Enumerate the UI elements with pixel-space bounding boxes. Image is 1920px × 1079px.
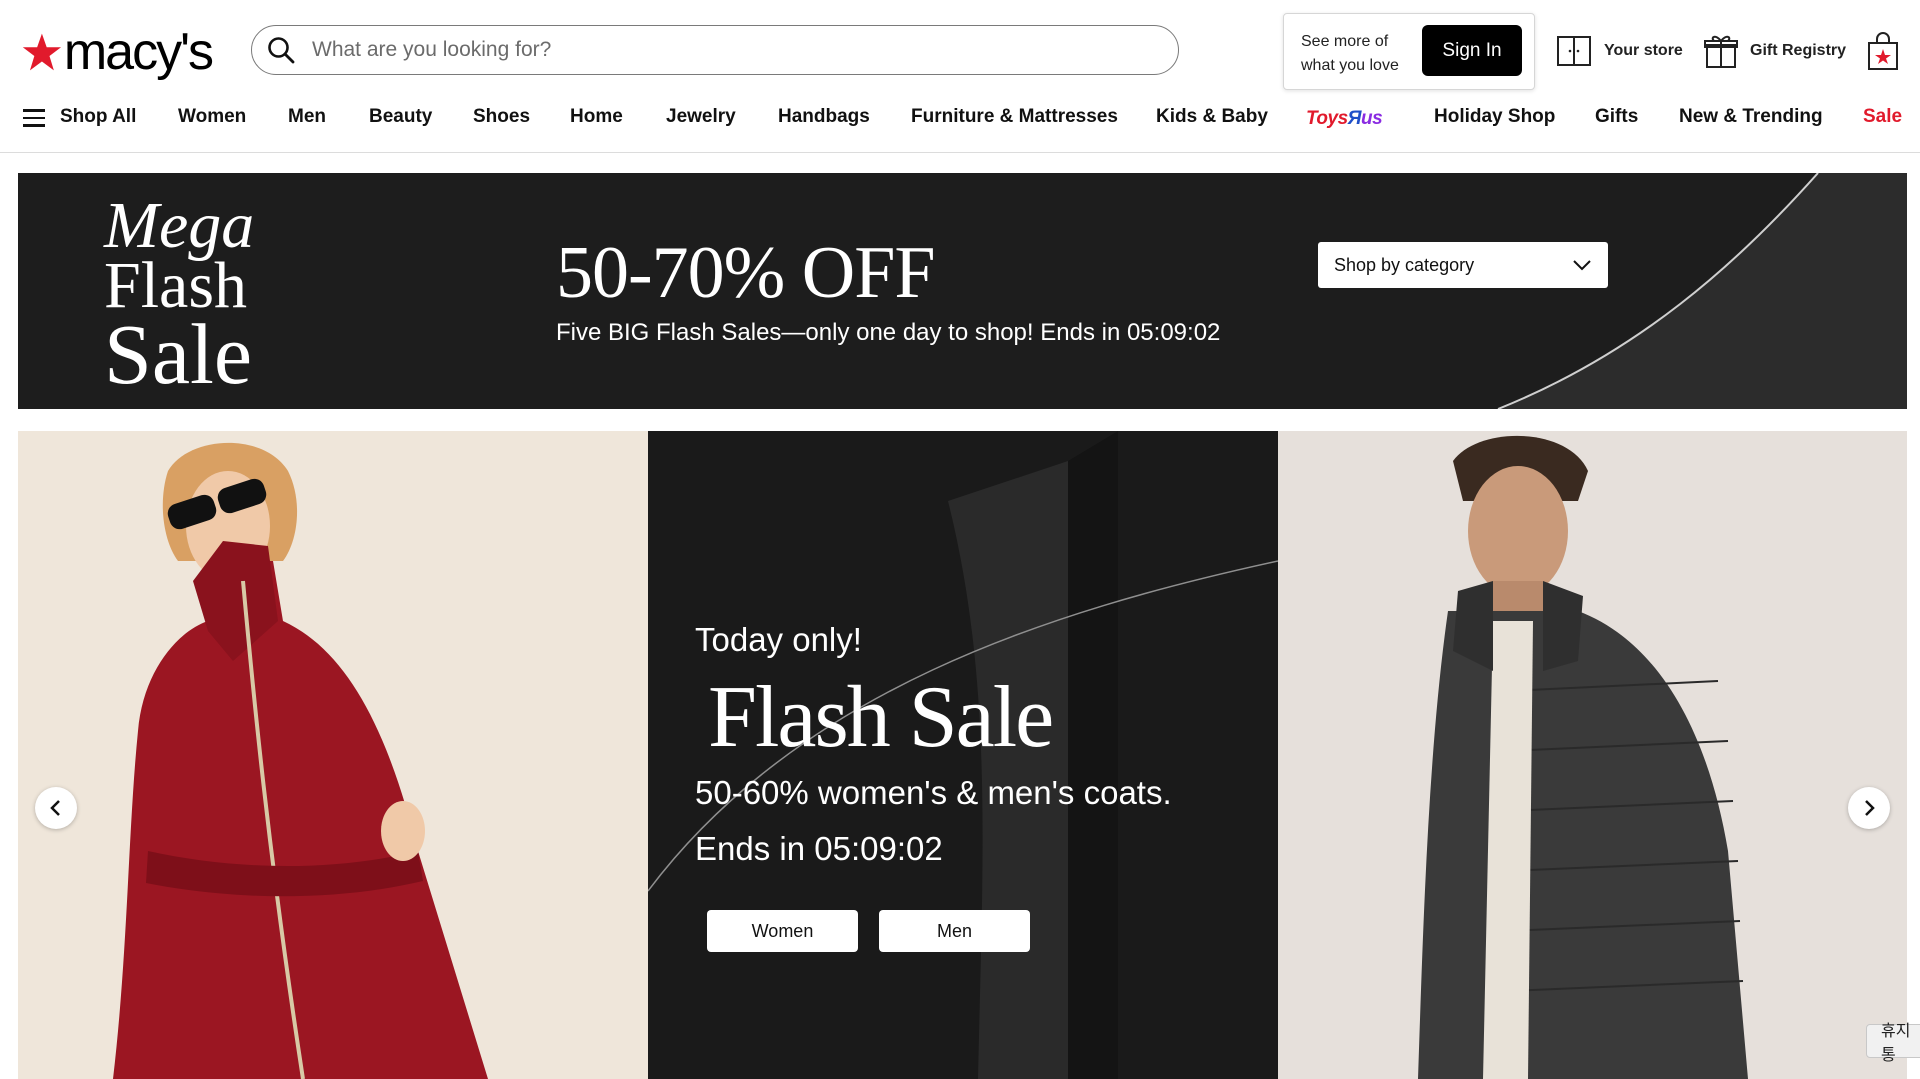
nav-women[interactable]: Women	[178, 106, 246, 128]
mega-flash-sale-title: Mega Flash Sale	[104, 193, 254, 402]
hero-carousel: Today only! Flash Sale 50-60% women's & …	[18, 431, 1907, 1079]
shop-by-category-label: Shop by category	[1334, 254, 1475, 275]
promo-discount-headline: 50-70% OFF	[556, 232, 936, 314]
nav-toysrus-logo[interactable]: ToysЯus	[1306, 108, 1383, 130]
search-input[interactable]	[310, 37, 1134, 63]
hero-women-button[interactable]: Women	[707, 910, 858, 952]
shopping-bag-icon[interactable]	[1866, 31, 1900, 71]
promo-banner[interactable]: Mega Flash Sale 50-70% OFF Five BIG Flas…	[18, 173, 1907, 409]
signin-message: See more of what you love	[1301, 33, 1399, 74]
nav-sale[interactable]: Sale	[1863, 106, 1902, 128]
gift-registry-link[interactable]: Gift Registry	[1704, 30, 1846, 72]
nav-home[interactable]: Home	[570, 106, 623, 128]
nav-handbags[interactable]: Handbags	[778, 106, 870, 128]
sign-in-button[interactable]: Sign In	[1422, 25, 1522, 76]
promo-decorative-curve	[1497, 173, 1907, 409]
nav-kids-baby[interactable]: Kids & Baby	[1156, 106, 1268, 128]
nav-jewelry[interactable]: Jewelry	[666, 106, 736, 128]
gift-icon	[1704, 35, 1738, 68]
chevron-right-icon	[1865, 800, 1875, 816]
promo-subline: Five BIG Flash Sales—only one day to sho…	[556, 319, 1221, 346]
hero-description: 50-60% women's & men's coats.	[695, 774, 1172, 811]
chevron-left-icon	[50, 800, 60, 816]
logo-wordmark: macy's	[63, 23, 214, 81]
site-header: macy's See more of what you love Sign In…	[0, 0, 1920, 153]
hero-title: Flash Sale	[708, 669, 1054, 766]
nav-holiday-shop[interactable]: Holiday Shop	[1434, 106, 1555, 128]
hero-countdown: Ends in 05:09:02	[695, 830, 943, 867]
nav-shoes[interactable]: Shoes	[473, 106, 530, 128]
nav-gifts[interactable]: Gifts	[1595, 106, 1638, 128]
chevron-down-icon	[1573, 260, 1591, 271]
nav-shop-all[interactable]: Shop All	[60, 106, 136, 128]
carousel-prev-button[interactable]	[35, 787, 77, 829]
store-icon	[1557, 36, 1591, 66]
your-store-link[interactable]: Your store	[1556, 30, 1683, 72]
hero-image-women-coat[interactable]	[18, 431, 648, 1079]
macys-star-icon	[22, 33, 62, 71]
gift-registry-label: Gift Registry	[1750, 42, 1847, 59]
your-store-label: Your store	[1604, 42, 1683, 59]
hamburger-icon[interactable]	[23, 109, 45, 127]
search-bar[interactable]	[251, 25, 1179, 75]
sale-word: Sale	[104, 306, 253, 402]
nav-new-trending[interactable]: New & Trending	[1679, 106, 1823, 128]
nav-men[interactable]: Men	[288, 106, 326, 128]
corner-chip[interactable]: 휴지통	[1866, 1023, 1920, 1064]
nav-beauty[interactable]: Beauty	[369, 106, 432, 128]
macys-logo[interactable]: macy's	[22, 22, 214, 82]
signin-prompt: See more of what you love Sign In	[1283, 13, 1535, 90]
main-nav: Shop All Women Men Beauty Shoes Home Jew…	[0, 100, 1920, 136]
hero-men-button[interactable]: Men	[879, 910, 1030, 952]
shop-by-category-select[interactable]: Shop by category	[1318, 242, 1608, 288]
hero-eyebrow: Today only!	[695, 621, 862, 658]
carousel-next-button[interactable]	[1848, 787, 1890, 829]
search-icon[interactable]	[266, 35, 296, 65]
hero-image-men-jacket[interactable]	[1278, 431, 1907, 1079]
nav-furniture-mattresses[interactable]: Furniture & Mattresses	[911, 106, 1118, 128]
